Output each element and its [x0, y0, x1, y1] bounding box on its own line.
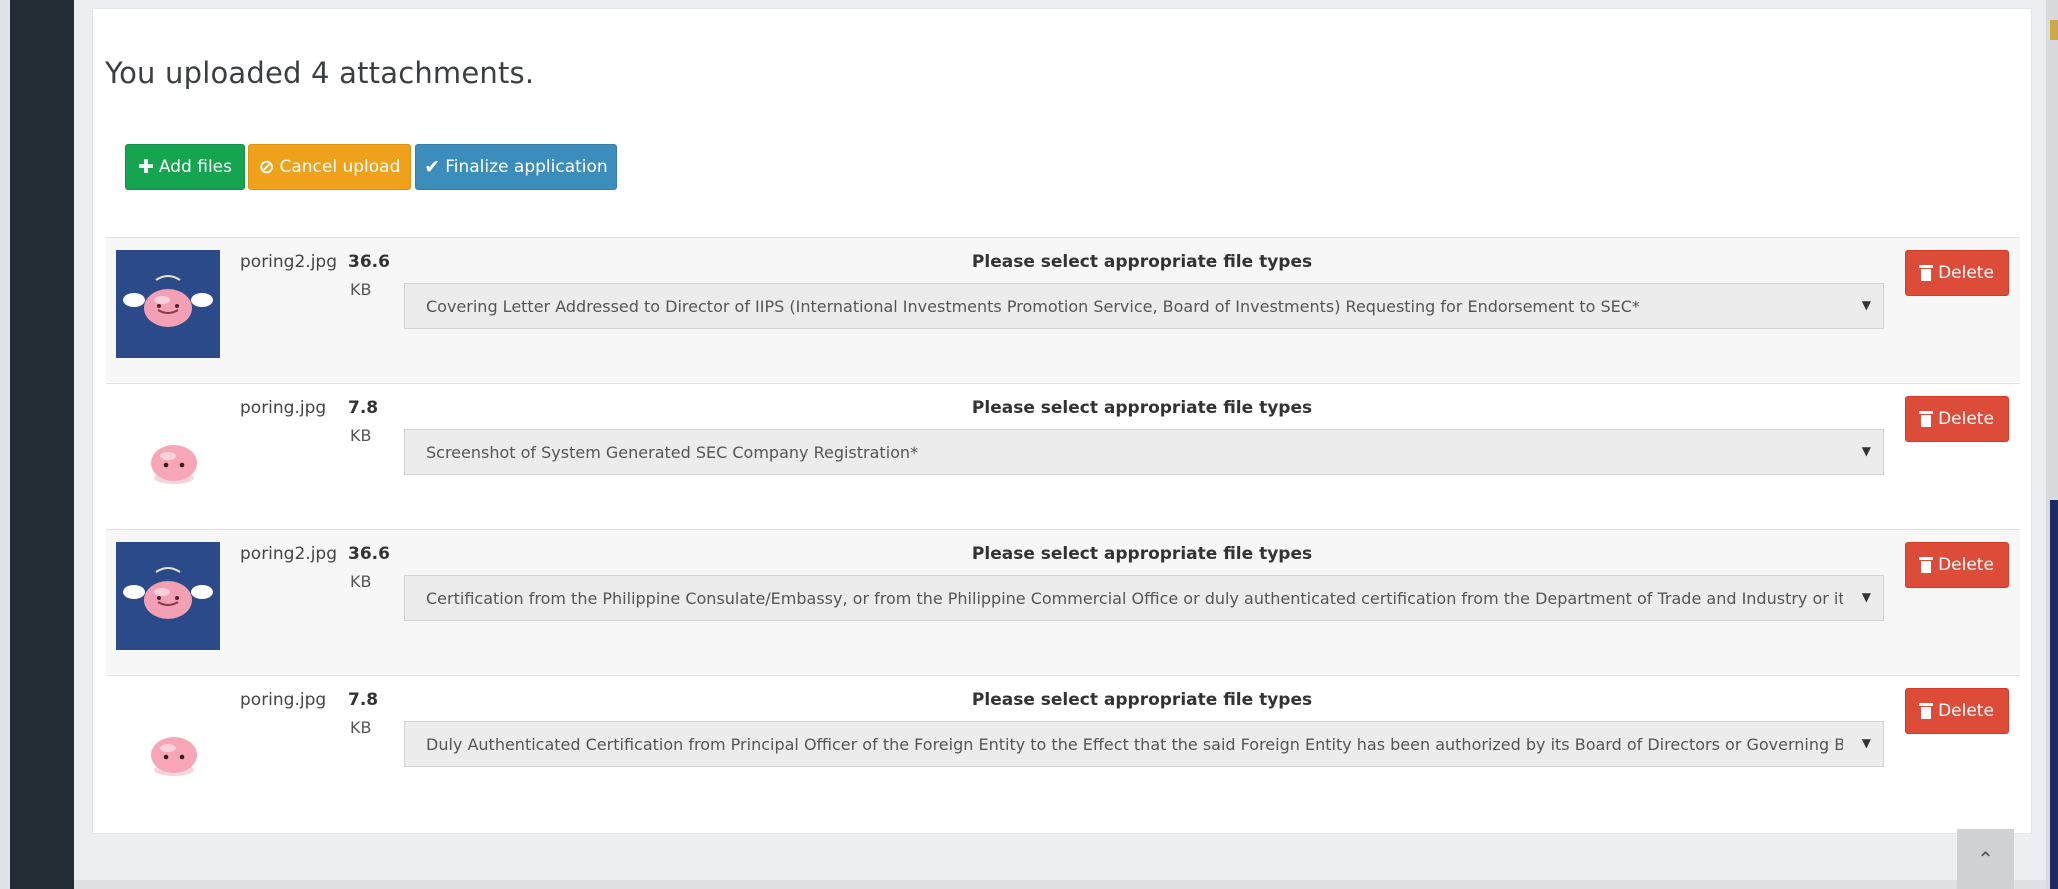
file-name: poring2.jpg — [240, 544, 337, 564]
finalize-application-button[interactable]: ✔ Finalize application — [415, 144, 617, 190]
plus-icon: ✚ — [138, 156, 154, 178]
file-size: 7.8 — [348, 398, 379, 418]
add-files-button[interactable]: ✚ Add files — [125, 144, 245, 190]
delete-label: Delete — [1938, 701, 1994, 721]
caret-down-icon: ▼ — [1861, 444, 1871, 458]
window-left-edge — [0, 0, 10, 889]
file-type-prompt: Please select appropriate file types — [971, 690, 1313, 710]
file-type-select[interactable]: Screenshot of System Generated SEC Compa… — [404, 429, 1884, 475]
background-accent — [2050, 500, 2058, 889]
file-type-prompt: Please select appropriate file types — [971, 398, 1313, 418]
delete-button[interactable]: Delete — [1905, 396, 2009, 442]
cancel-upload-button[interactable]: ⊘ Cancel upload — [248, 144, 411, 190]
page-title: You uploaded 4 attachments. — [105, 56, 535, 90]
file-name: poring.jpg — [240, 690, 327, 710]
file-type-select[interactable]: Duly Authenticated Certification from Pr… — [404, 721, 1884, 767]
file-row: poring2.jpg 36.6 KB Please select approp… — [106, 237, 2020, 382]
file-type-select[interactable]: Certification from the Philippine Consul… — [404, 575, 1884, 621]
delete-label: Delete — [1938, 555, 1994, 575]
file-size-unit: KB — [350, 718, 372, 737]
file-type-value: Certification from the Philippine Consul… — [426, 588, 1843, 608]
file-size: 36.6 — [348, 252, 390, 272]
file-thumbnail — [116, 396, 220, 504]
file-size: 36.6 — [348, 544, 390, 564]
caret-down-icon: ▼ — [1861, 736, 1871, 750]
add-files-label: Add files — [158, 157, 232, 177]
delete-button[interactable]: Delete — [1905, 250, 2009, 296]
cancel-upload-label: Cancel upload — [279, 157, 401, 177]
file-size-unit: KB — [350, 426, 372, 445]
file-row: poring.jpg 7.8 KB Please select appropri… — [106, 675, 2020, 820]
file-size-unit: KB — [350, 280, 372, 299]
file-row: poring.jpg 7.8 KB Please select appropri… — [106, 383, 2020, 528]
file-thumbnail — [116, 250, 220, 358]
file-type-value: Screenshot of System Generated SEC Compa… — [426, 442, 919, 462]
ban-icon: ⊘ — [258, 156, 275, 178]
file-thumbnail — [116, 688, 220, 796]
sidebar — [10, 0, 74, 889]
caret-down-icon: ▼ — [1861, 590, 1871, 604]
file-size-unit: KB — [350, 572, 372, 591]
caret-down-icon: ▼ — [1861, 298, 1871, 312]
file-type-select[interactable]: Covering Letter Addressed to Director of… — [404, 283, 1884, 329]
footer-strip — [74, 880, 2046, 889]
file-thumbnail — [116, 542, 220, 650]
background-accent-top — [2050, 20, 2058, 40]
trash-icon — [1919, 557, 1934, 573]
check-icon: ✔ — [424, 156, 441, 178]
file-type-value: Duly Authenticated Certification from Pr… — [426, 734, 1843, 754]
file-row: poring2.jpg 36.6 KB Please select approp… — [106, 529, 2020, 674]
chevron-up-icon: ⌃ — [1977, 847, 1994, 871]
delete-label: Delete — [1938, 409, 1994, 429]
delete-button[interactable]: Delete — [1905, 688, 2009, 734]
delete-label: Delete — [1938, 263, 1994, 283]
finalize-label: Finalize application — [445, 157, 608, 177]
trash-icon — [1919, 703, 1934, 719]
file-name: poring.jpg — [240, 398, 327, 418]
file-size: 7.8 — [348, 690, 379, 710]
file-type-value: Covering Letter Addressed to Director of… — [426, 296, 1640, 316]
file-name: poring2.jpg — [240, 252, 337, 272]
scroll-to-top-button[interactable]: ⌃ — [1957, 829, 2014, 889]
file-type-prompt: Please select appropriate file types — [971, 252, 1313, 272]
delete-button[interactable]: Delete — [1905, 542, 2009, 588]
trash-icon — [1919, 411, 1934, 427]
file-type-prompt: Please select appropriate file types — [971, 544, 1313, 564]
trash-icon — [1919, 265, 1934, 281]
